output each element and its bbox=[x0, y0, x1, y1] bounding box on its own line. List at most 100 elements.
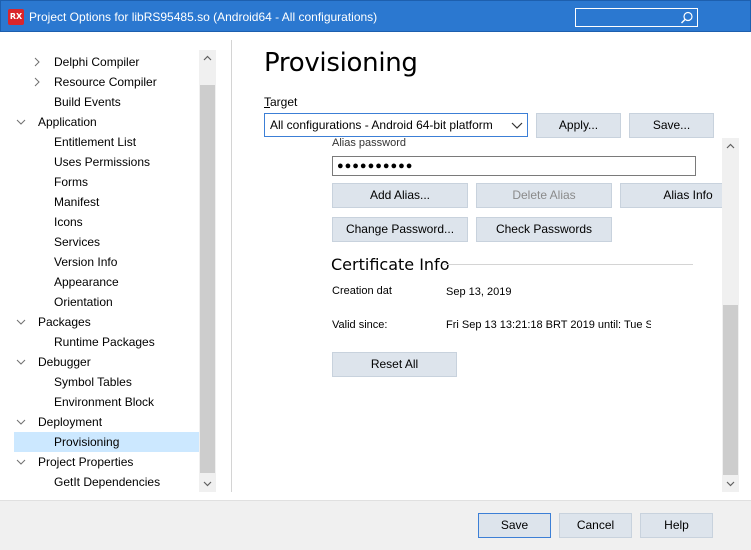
window-title: Project Options for libRS95485.so (Andro… bbox=[29, 10, 378, 24]
tree-item-provisioning[interactable]: Provisioning bbox=[14, 432, 199, 452]
tree-item-resource-compiler[interactable]: Resource Compiler bbox=[14, 72, 199, 92]
tree-item-label: Manifest bbox=[54, 195, 100, 209]
tree-item-environment-block[interactable]: Environment Block bbox=[14, 392, 199, 412]
alias-info-button-label: Alias Info bbox=[663, 188, 713, 202]
tree-item-label: Project Properties bbox=[38, 455, 134, 469]
title-bar: RX Project Options for libRS95485.so (An… bbox=[0, 0, 751, 32]
delete-alias-button-label: Delete Alias bbox=[512, 188, 576, 202]
options-tree[interactable]: Delphi Compiler Resource Compiler Build Ev… bbox=[14, 50, 199, 492]
save-target-button-label: Save... bbox=[652, 118, 691, 132]
chevron-down-icon bbox=[726, 481, 735, 487]
tree-item-label: GetIt Dependencies bbox=[54, 475, 161, 489]
tree-item-version-info[interactable]: Version Info bbox=[14, 252, 199, 272]
save-button[interactable]: Save bbox=[478, 513, 551, 538]
creation-date-label: Creation dat bbox=[332, 285, 392, 297]
tree-item-label: Application bbox=[38, 115, 97, 129]
tree-item-label: Packages bbox=[38, 315, 91, 329]
chevron-down-icon[interactable] bbox=[14, 352, 28, 372]
reset-all-button-label: Reset All bbox=[370, 357, 419, 371]
app-icon: RX bbox=[8, 9, 24, 25]
tree-item-label: Appearance bbox=[54, 275, 119, 289]
search-icon bbox=[681, 11, 693, 24]
delete-alias-button[interactable]: Delete Alias bbox=[476, 183, 612, 208]
tree-item-label: Orientation bbox=[54, 295, 113, 309]
chevron-down-icon[interactable] bbox=[14, 312, 28, 332]
alias-password-label: Alias password bbox=[332, 138, 406, 149]
tree-item-forms[interactable]: Forms bbox=[14, 172, 199, 192]
tree-item-label: Environment Block bbox=[54, 395, 155, 409]
chevron-down-icon[interactable] bbox=[14, 412, 28, 432]
scroll-up-arrow[interactable] bbox=[199, 50, 216, 67]
page-title: Provisioning bbox=[264, 48, 418, 78]
tree-item-uses-permissions[interactable]: Uses Permissions bbox=[14, 152, 199, 172]
chevron-right-icon[interactable] bbox=[30, 72, 44, 92]
scroll-down-arrow[interactable] bbox=[199, 475, 216, 492]
chevron-right-icon[interactable] bbox=[30, 52, 44, 72]
tree-item-delphi-compiler[interactable]: Delphi Compiler bbox=[14, 52, 199, 72]
tree-item-manifest[interactable]: Manifest bbox=[14, 192, 199, 212]
target-label: Target bbox=[264, 95, 297, 109]
tree-item-getit-dependencies[interactable]: GetIt Dependencies bbox=[14, 472, 199, 492]
tree-item-label: Entitlement List bbox=[54, 135, 137, 149]
target-dropdown-value: All configurations - Android 64-bit plat… bbox=[270, 118, 493, 132]
apply-button[interactable]: Apply... bbox=[536, 113, 621, 138]
tree-item-label: Runtime Packages bbox=[54, 335, 155, 349]
reset-all-button[interactable]: Reset All bbox=[332, 352, 457, 377]
change-password-button-label: Change Password... bbox=[345, 222, 455, 236]
certificate-info-divider bbox=[444, 264, 693, 265]
scroll-thumb[interactable] bbox=[723, 305, 738, 475]
target-dropdown[interactable]: All configurations - Android 64-bit plat… bbox=[264, 113, 528, 137]
tree-item-build-events[interactable]: Build Events bbox=[14, 92, 199, 112]
chevron-down-icon[interactable] bbox=[14, 452, 28, 472]
chevron-down-icon bbox=[203, 481, 212, 487]
help-button[interactable]: Help bbox=[640, 513, 713, 538]
add-alias-button-label: Add Alias... bbox=[369, 188, 431, 202]
tree-item-orientation[interactable]: Orientation bbox=[14, 292, 199, 312]
add-alias-button[interactable]: Add Alias... bbox=[332, 183, 468, 208]
scroll-up-arrow[interactable] bbox=[722, 138, 739, 155]
scroll-down-arrow[interactable] bbox=[722, 475, 739, 492]
content-scrollbar[interactable] bbox=[722, 138, 739, 492]
alias-password-field[interactable]: ●●●●●●●●●● bbox=[332, 156, 696, 176]
chevron-up-icon bbox=[203, 55, 212, 61]
tree-item-label: Provisioning bbox=[54, 435, 120, 449]
change-password-button[interactable]: Change Password... bbox=[332, 217, 468, 242]
tree-item-packages[interactable]: Packages bbox=[14, 312, 199, 332]
alias-info-button[interactable]: Alias Info bbox=[620, 183, 722, 208]
chevron-down-icon bbox=[511, 122, 523, 129]
tree-item-label: Debugger bbox=[38, 355, 91, 369]
tree-scrollbar[interactable] bbox=[199, 50, 216, 492]
tree-item-label: Uses Permissions bbox=[54, 155, 151, 169]
tree-item-appearance[interactable]: Appearance bbox=[14, 272, 199, 292]
tree-item-debugger[interactable]: Debugger bbox=[14, 352, 199, 372]
provisioning-content: Alias password ●●●●●●●●●● Add Alias... D… bbox=[300, 138, 722, 492]
tree-item-label: Deployment bbox=[38, 415, 103, 429]
tree-item-label: Icons bbox=[54, 215, 83, 229]
check-passwords-button[interactable]: Check Passwords bbox=[476, 217, 612, 242]
help-button-label: Help bbox=[664, 518, 689, 532]
creation-date-value: Sep 13, 2019 bbox=[446, 286, 512, 298]
certificate-info-heading: Certificate Info bbox=[331, 255, 450, 274]
tree-item-icons[interactable]: Icons bbox=[14, 212, 199, 232]
pane-divider[interactable] bbox=[231, 40, 232, 492]
tree-item-label: Resource Compiler bbox=[54, 75, 157, 89]
tree-item-label: Symbol Tables bbox=[54, 375, 132, 389]
tree-item-label: Forms bbox=[54, 175, 88, 189]
tree-item-label: Build Events bbox=[54, 95, 121, 109]
save-target-button[interactable]: Save... bbox=[629, 113, 714, 138]
check-passwords-button-label: Check Passwords bbox=[495, 222, 593, 236]
cancel-button[interactable]: Cancel bbox=[559, 513, 632, 538]
tree-item-application[interactable]: Application bbox=[14, 112, 199, 132]
chevron-down-icon[interactable] bbox=[14, 112, 28, 132]
tree-item-deployment[interactable]: Deployment bbox=[14, 412, 199, 432]
tree-item-runtime-packages[interactable]: Runtime Packages bbox=[14, 332, 199, 352]
options-search-input[interactable] bbox=[575, 8, 698, 27]
tree-item-project-properties[interactable]: Project Properties bbox=[14, 452, 199, 472]
scroll-thumb[interactable] bbox=[200, 85, 215, 473]
tree-item-services[interactable]: Services bbox=[14, 232, 199, 252]
tree-item-label: Services bbox=[54, 235, 101, 249]
tree-item-entitlement-list[interactable]: Entitlement List bbox=[14, 132, 199, 152]
cancel-button-label: Cancel bbox=[576, 518, 615, 532]
tree-item-symbol-tables[interactable]: Symbol Tables bbox=[14, 372, 199, 392]
tree-item-label: Delphi Compiler bbox=[54, 55, 140, 69]
